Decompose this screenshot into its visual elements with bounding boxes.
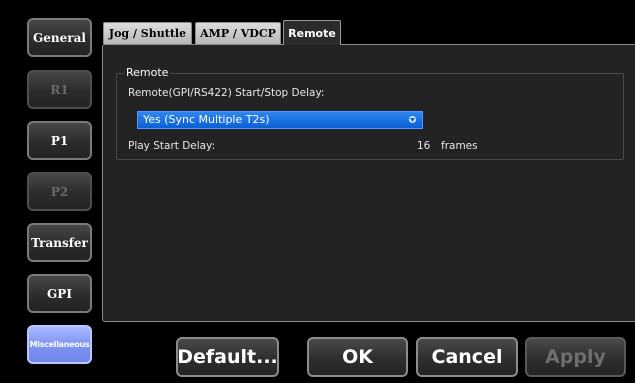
play-start-delay-value[interactable]: 16 (417, 139, 430, 153)
default-button[interactable]: Default... (176, 337, 279, 377)
chevron-down-icon[interactable] (409, 116, 416, 123)
start-stop-delay-value: Yes (Sync Multiple T2s) (143, 113, 270, 126)
sidebar-item-miscellaneous[interactable]: Miscellaneous (27, 325, 92, 364)
cancel-button[interactable]: Cancel (416, 337, 518, 377)
tab-jog-shuttle[interactable]: Jog / Shuttle (103, 22, 192, 44)
sidebar-item-gpi[interactable]: GPI (27, 274, 92, 313)
tab-amp-vdcp[interactable]: AMP / VDCP (195, 22, 281, 44)
tab-remote[interactable]: Remote (283, 20, 341, 45)
sidebar-item-p1[interactable]: P1 (27, 121, 92, 160)
apply-button[interactable]: Apply (525, 337, 626, 377)
ok-button[interactable]: OK (307, 337, 408, 377)
sidebar-item-r1[interactable]: R1 (27, 70, 92, 109)
sidebar-item-general[interactable]: General (27, 18, 92, 57)
play-start-delay-unit: frames (441, 140, 478, 152)
remote-group-title: Remote (124, 66, 171, 80)
sidebar-item-p2[interactable]: P2 (27, 172, 92, 211)
start-stop-delay-label: Remote(GPI/RS422) Start/Stop Delay: (128, 87, 325, 99)
start-stop-delay-dropdown[interactable]: Yes (Sync Multiple T2s) (137, 111, 423, 129)
sidebar-item-transfer[interactable]: Transfer (27, 223, 92, 262)
settings-dialog: General R1 P1 P2 Transfer GPI Miscellane… (0, 0, 635, 383)
play-start-delay-label: Play Start Delay: (128, 140, 216, 152)
